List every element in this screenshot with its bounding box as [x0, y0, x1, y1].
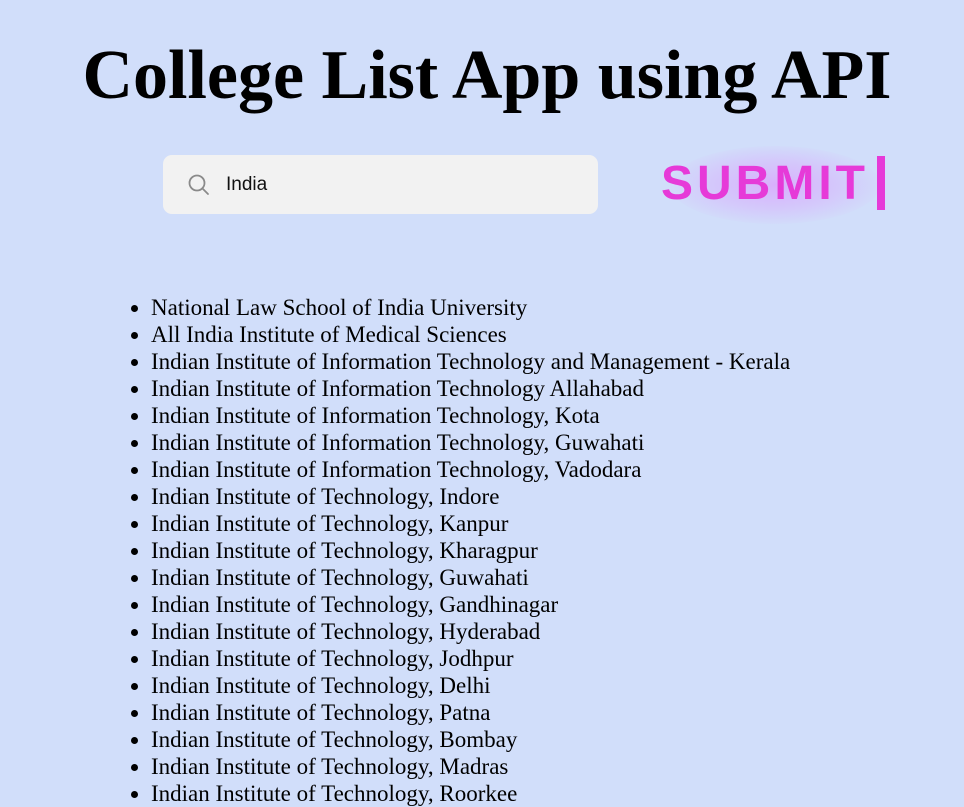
college-list-item: Indian Institute of Information Technolo…	[151, 375, 790, 402]
college-list-item: Indian Institute of Technology, Delhi	[151, 672, 790, 699]
college-list-item: Indian Institute of Information Technolo…	[151, 456, 790, 483]
college-list-item: Indian Institute of Technology, Guwahati	[151, 564, 790, 591]
search-icon	[187, 173, 211, 197]
college-list-item: All India Institute of Medical Sciences	[151, 321, 790, 348]
search-input[interactable]	[226, 165, 576, 205]
college-list-item: Indian Institute of Technology, Jodhpur	[151, 645, 790, 672]
college-list-item: Indian Institute of Technology, Gandhina…	[151, 591, 790, 618]
submit-caret	[877, 156, 885, 210]
college-list: National Law School of India UniversityA…	[111, 294, 790, 807]
submit-button[interactable]: SUBMIT	[640, 138, 910, 234]
college-list-item: National Law School of India University	[151, 294, 790, 321]
college-list-item: Indian Institute of Information Technolo…	[151, 348, 790, 375]
college-list-item: Indian Institute of Technology, Patna	[151, 699, 790, 726]
college-list-item: Indian Institute of Information Technolo…	[151, 429, 790, 456]
college-list-item: Indian Institute of Technology, Indore	[151, 483, 790, 510]
page-title: College List App using API	[82, 37, 892, 114]
college-list-item: Indian Institute of Information Technolo…	[151, 402, 790, 429]
college-list-item: Indian Institute of Technology, Hyderaba…	[151, 618, 790, 645]
search-box	[163, 155, 598, 214]
college-list-item: Indian Institute of Technology, Roorkee	[151, 780, 790, 807]
college-list-item: Indian Institute of Technology, Kanpur	[151, 510, 790, 537]
college-list-item: Indian Institute of Technology, Bombay	[151, 726, 790, 753]
college-list-item: Indian Institute of Technology, Kharagpu…	[151, 537, 790, 564]
submit-label: SUBMIT	[661, 157, 869, 210]
college-list-item: Indian Institute of Technology, Madras	[151, 753, 790, 780]
